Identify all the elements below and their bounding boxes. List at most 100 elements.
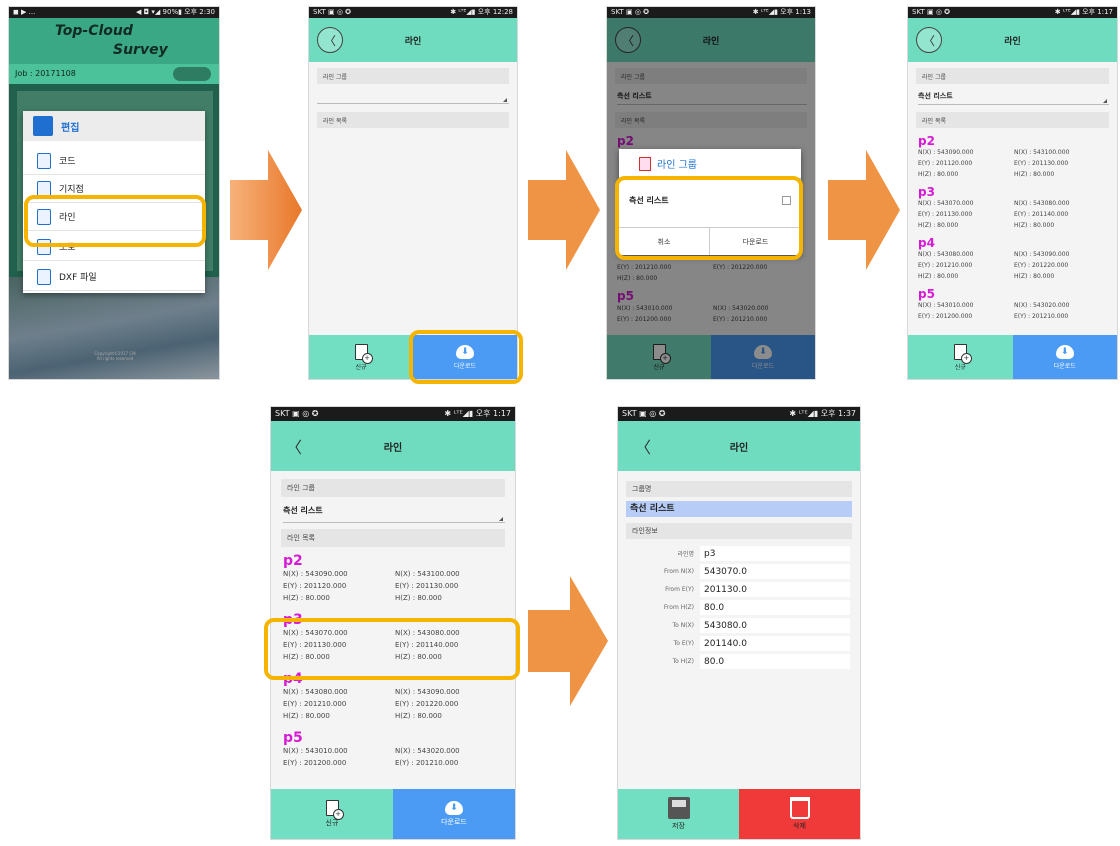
new-document-icon <box>354 343 373 364</box>
new-button[interactable]: 신규 <box>271 789 393 839</box>
menu-item-label: 기지점 <box>59 185 84 195</box>
menu-item-label: DXF 파일 <box>59 273 97 283</box>
line-group-select[interactable] <box>317 88 509 104</box>
group-name-value[interactable]: 측선 리스트 <box>626 501 852 517</box>
point-coordinate: N(X) : 543090.000 <box>1014 251 1070 258</box>
point-coordinate: H(Z) : 80.000 <box>1014 273 1055 280</box>
phone-screen-4: SKT ▣ ◎ ✪ ✱ ᴸᵀᴱ◢▮ 오후 1:17 라인 〈 라인 그룹 측선 리… <box>907 6 1118 380</box>
point-coordinate: E(Y) : 201210.000 <box>1014 313 1069 320</box>
code-icon <box>37 152 51 169</box>
point-coordinate: N(X) : 543010.000 <box>918 302 974 309</box>
point-name: p5 <box>283 730 303 746</box>
point-name: p2 <box>283 553 303 569</box>
highlight-download <box>409 330 523 384</box>
point-coordinate: H(Z) : 80.000 <box>918 222 959 229</box>
line-info-field-input[interactable]: 201130.0 <box>700 582 850 597</box>
back-button[interactable]: 〈 <box>317 27 343 53</box>
phone-screen-6: SKT ▣ ◎ ✪ ✱ ᴸᵀᴱ◢▮ 오후 1:37 라인 〈 그룹명 측선 리스트… <box>617 406 861 840</box>
point-coordinate: N(X) : 543020.000 <box>1014 302 1070 309</box>
point-coordinate: E(Y) : 201210.000 <box>395 759 459 767</box>
status-left: SKT ▣ ◎ ✪ <box>313 8 352 16</box>
download-button[interactable]: ⬇ 다운로드 <box>393 789 515 839</box>
point-coordinate: E(Y) : 201210.000 <box>918 262 973 269</box>
back-button[interactable]: 〈 <box>279 431 309 461</box>
menu-item-code[interactable]: 코드 <box>23 147 205 175</box>
line-info-field-input[interactable]: 80.0 <box>700 654 850 669</box>
line-list-label: 라인 목록 <box>916 112 1109 128</box>
point-coordinate: N(X) : 543100.000 <box>395 570 460 578</box>
dxf-file-icon <box>37 268 51 285</box>
delete-button[interactable]: 삭제 <box>739 789 860 839</box>
point-coordinate: N(X) : 543020.000 <box>395 747 460 755</box>
point-coordinate: H(Z) : 80.000 <box>1014 171 1055 178</box>
point-coordinate: E(Y) : 201130.000 <box>918 211 973 218</box>
status-right: ✱ ᴸᵀᴱ◢▮ 오후 1:17 <box>444 409 511 418</box>
back-arrow-icon: 〈 <box>634 438 651 457</box>
status-left: SKT ▣ ◎ ✪ <box>622 409 666 418</box>
download-label: 다운로드 <box>1053 362 1076 370</box>
line-info-field-label: From H(Z) <box>663 604 694 611</box>
line-info-row: From H(Z) 80.0 <box>628 599 850 616</box>
page-title: 라인 <box>1004 36 1021 47</box>
point-coordinate: E(Y) : 201220.000 <box>1014 262 1069 269</box>
point-coordinate: H(Z) : 80.000 <box>283 594 330 602</box>
app-title: Top-Cloud Survey <box>9 18 219 64</box>
line-info-field-input[interactable]: 543080.0 <box>700 618 850 633</box>
job-button[interactable] <box>173 67 211 81</box>
menu-item-dxf[interactable]: DXF 파일 <box>23 263 205 291</box>
line-group-label: 라인 그룹 <box>281 479 505 497</box>
point-coordinate: N(X) : 543090.000 <box>283 570 348 578</box>
dialog-title: 라인 그룹 <box>657 160 697 171</box>
line-info-field-label: To E(Y) <box>673 640 694 647</box>
point-coordinate: N(X) : 543070.000 <box>918 200 974 207</box>
line-group-select[interactable]: 측선 리스트 <box>918 91 1109 105</box>
line-group-label: 라인 그룹 <box>916 68 1109 84</box>
back-arrow-icon: 〈 <box>323 33 336 48</box>
download-button[interactable]: ⬇ 다운로드 <box>1012 335 1117 379</box>
point-coordinate: N(X) : 543010.000 <box>283 747 348 755</box>
back-button[interactable]: 〈 <box>628 431 658 461</box>
line-info-field-input[interactable]: 543070.0 <box>700 564 850 579</box>
status-bar: SKT ▣ ◎ ✪ ✱ ᴸᵀᴱ◢▮ 오후 1:17 <box>271 407 515 421</box>
page-title: 라인 <box>383 442 403 454</box>
line-info-field-label: From E(Y) <box>665 586 694 593</box>
line-group-label: 라인 그룹 <box>317 68 509 84</box>
highlight-line-menu <box>24 195 206 247</box>
point-coordinate: E(Y) : 201120.000 <box>283 582 347 590</box>
line-info-field-input[interactable]: 80.0 <box>700 600 850 615</box>
dropdown-triangle-icon <box>503 98 507 102</box>
status-right: ✱ ᴸᵀᴱ◢▮ 오후 12:28 <box>450 8 513 16</box>
point-coordinate: N(X) : 543090.000 <box>918 149 974 156</box>
new-button[interactable]: 신규 <box>309 335 413 379</box>
point-coordinate: E(Y) : 201140.000 <box>1014 211 1069 218</box>
status-left: SKT ▣ ◎ ✪ <box>275 409 319 418</box>
back-button[interactable]: 〈 <box>916 27 942 53</box>
status-left: SKT ▣ ◎ ✪ <box>912 8 951 16</box>
job-bar: Job : 20171108 <box>9 64 219 84</box>
point-coordinate: E(Y) : 201210.000 <box>283 700 347 708</box>
point-coordinate: H(Z) : 80.000 <box>918 171 959 178</box>
app-title-line1: Top-Cloud <box>55 23 133 39</box>
dropdown-triangle-icon <box>499 517 503 521</box>
delete-label: 삭제 <box>793 822 806 830</box>
new-button[interactable]: 신규 <box>908 335 1013 379</box>
arrow-right-icon <box>528 576 608 706</box>
arrow-right-icon <box>528 150 600 270</box>
line-info-field-input[interactable]: p3 <box>700 546 850 561</box>
edit-icon <box>33 116 53 136</box>
line-info-field-input[interactable]: 201140.0 <box>700 636 850 651</box>
edit-menu-header: 편집 <box>23 111 205 141</box>
point-name: p3 <box>918 185 935 199</box>
line-info-field-label: From N(X) <box>663 568 694 575</box>
highlight-p3-row <box>264 618 520 680</box>
back-arrow-icon: 〈 <box>922 33 935 48</box>
menu-item-label: 코드 <box>59 157 76 167</box>
line-group-select-value: 측선 리스트 <box>918 92 953 100</box>
page-title: 라인 <box>729 442 749 454</box>
status-right: ✱ ᴸᵀᴱ◢▮ 오후 1:17 <box>1054 8 1113 16</box>
save-button[interactable]: 저장 <box>618 789 739 839</box>
edit-menu-title: 편집 <box>61 122 80 134</box>
point-name: p2 <box>918 134 935 148</box>
line-group-select[interactable]: 측선 리스트 <box>283 505 505 523</box>
download-label: 다운로드 <box>441 818 467 826</box>
